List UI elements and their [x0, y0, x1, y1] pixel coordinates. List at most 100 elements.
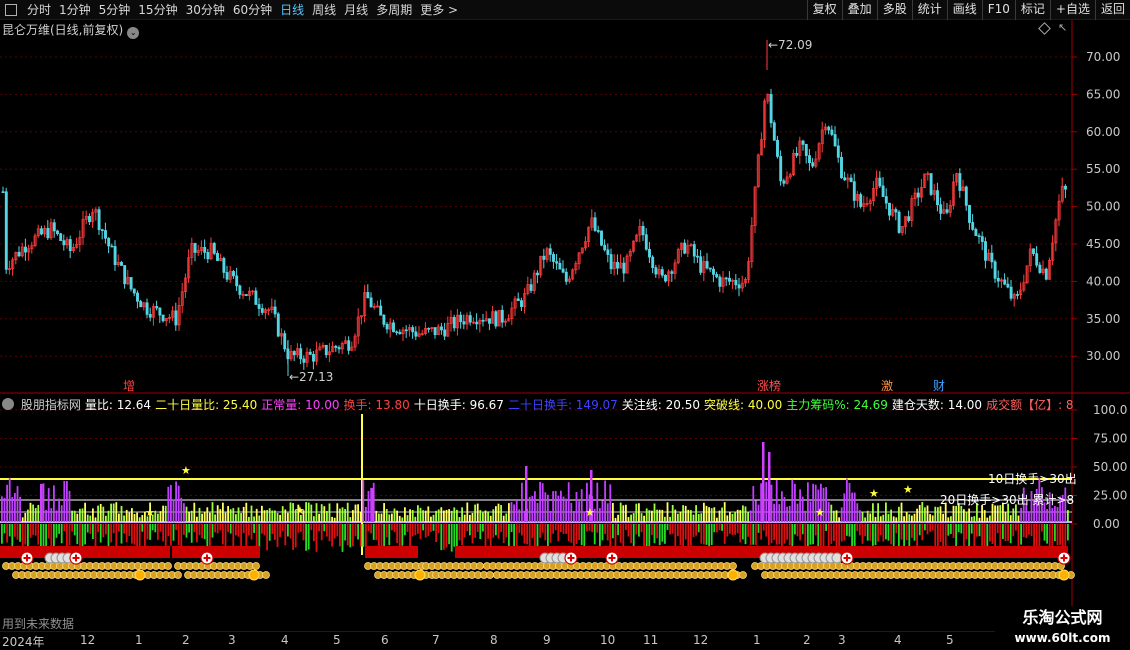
- indicator-bar: [627, 524, 630, 537]
- indicator-bar: [326, 524, 328, 537]
- candle-body: [62, 240, 66, 246]
- indicator-bar: [99, 524, 102, 543]
- indicator-bar: [864, 524, 866, 537]
- indicator-bar: [747, 512, 749, 522]
- indicator-bar: [786, 506, 788, 522]
- indicator-bar: [292, 503, 294, 522]
- kline-chart[interactable]: 70.0065.0060.0055.0050.0045.0040.0035.00…: [0, 0, 1130, 650]
- indicator-bar: [908, 524, 911, 550]
- indicator-bar: [255, 508, 258, 522]
- indicator-bar: [378, 513, 380, 522]
- indicator-bar: [497, 524, 500, 539]
- indicator-bar: [344, 524, 346, 541]
- watermark-url: www.60lt.com: [1014, 631, 1111, 645]
- indicator-bar: [973, 516, 976, 522]
- candle-body: [129, 277, 133, 290]
- indicator-bar: [700, 524, 703, 544]
- candle-body: [936, 190, 939, 206]
- date-axis-label: 7: [432, 633, 440, 647]
- candle-body: [974, 229, 978, 237]
- indicator-bar: [729, 511, 731, 522]
- candle-body: [980, 236, 984, 242]
- indicator-bar: [404, 507, 406, 522]
- indicator-bar: [716, 524, 718, 533]
- candle-body: [606, 249, 610, 255]
- candle-body: [840, 156, 843, 179]
- indicator-bar: [1012, 508, 1015, 522]
- indicator-bar: [679, 511, 682, 522]
- indicator-bar: [492, 524, 495, 538]
- indicator-bar: [458, 517, 461, 522]
- indicator-bar: [783, 497, 786, 522]
- indicator-bar: [716, 517, 718, 522]
- candle-body: [811, 162, 815, 167]
- indicator-bar: [86, 514, 89, 522]
- indicator-bar: [856, 524, 859, 532]
- gear-icon[interactable]: [2, 398, 14, 410]
- candle-body: [292, 351, 296, 356]
- indicator-bar: [596, 482, 599, 522]
- candle-body: [660, 269, 664, 276]
- candle-body: [715, 274, 719, 278]
- indicator-bar: [232, 508, 235, 522]
- indicator-bar: [708, 507, 710, 522]
- indicator-bar: [848, 483, 851, 522]
- indicator-bar: [1, 496, 3, 522]
- indicator-bar: [994, 524, 996, 547]
- indicator-bar: [856, 503, 859, 522]
- indicator-bar: [427, 506, 430, 522]
- indicator-bar: [352, 510, 354, 522]
- indicator-bar: [718, 524, 721, 531]
- indicator-bar: [172, 499, 175, 522]
- indicator-bar: [981, 504, 983, 522]
- candle-body: [1, 191, 5, 193]
- candle-body: [334, 345, 338, 348]
- indicator-bar: [305, 502, 307, 522]
- indicator-bar: [346, 502, 349, 522]
- indicator-bar: [419, 507, 422, 522]
- indicator-bar: [955, 524, 957, 548]
- candle-body: [1016, 294, 1019, 296]
- indicator-bar: [549, 510, 552, 522]
- indicator-bar: [632, 513, 635, 522]
- indicator-bar: [853, 492, 856, 522]
- indicator-bar: [190, 524, 193, 543]
- indicator-bar: [570, 502, 573, 522]
- candle-body: [40, 228, 43, 235]
- indicator-bar: [1015, 524, 1017, 531]
- indicator-bar: [916, 524, 918, 549]
- indicator-bar: [513, 504, 515, 522]
- indicator-bar: [310, 504, 313, 522]
- indicator-bar: [21, 517, 24, 522]
- indicator-bar: [617, 514, 619, 522]
- indicator-bar: [430, 516, 432, 522]
- date-axis-label: 6: [381, 633, 389, 647]
- indicator-bar: [1054, 524, 1056, 542]
- indicator-bar: [469, 524, 471, 536]
- candle-body: [542, 255, 546, 260]
- indicator-bar: [417, 505, 419, 522]
- candle-body: [273, 306, 277, 315]
- indicator-bar: [796, 524, 799, 537]
- date-axis-label: 3: [838, 633, 846, 647]
- indicator-bar: [388, 524, 391, 546]
- indicator-bar: [609, 524, 612, 547]
- indicator-bar: [872, 524, 874, 546]
- candle-body: [68, 239, 72, 252]
- candle-body: [795, 153, 799, 156]
- indicator-bar: [947, 517, 950, 522]
- candle-body: [894, 209, 898, 213]
- indicator-bar: [42, 524, 45, 548]
- indicator-bar: [172, 524, 175, 541]
- indicator-bar: [570, 524, 573, 543]
- indicator-bar: [112, 503, 115, 522]
- indicator-bar: [788, 524, 791, 546]
- indicator-bar: [697, 524, 700, 533]
- indicator-bar: [157, 513, 159, 522]
- indicator-bar: [508, 503, 510, 522]
- indicator-bar: [799, 489, 801, 522]
- indicator-bar: [713, 507, 716, 522]
- indicator-bar: [370, 524, 372, 534]
- indicator-bar: [385, 508, 388, 522]
- indicator-bar: [1012, 524, 1015, 537]
